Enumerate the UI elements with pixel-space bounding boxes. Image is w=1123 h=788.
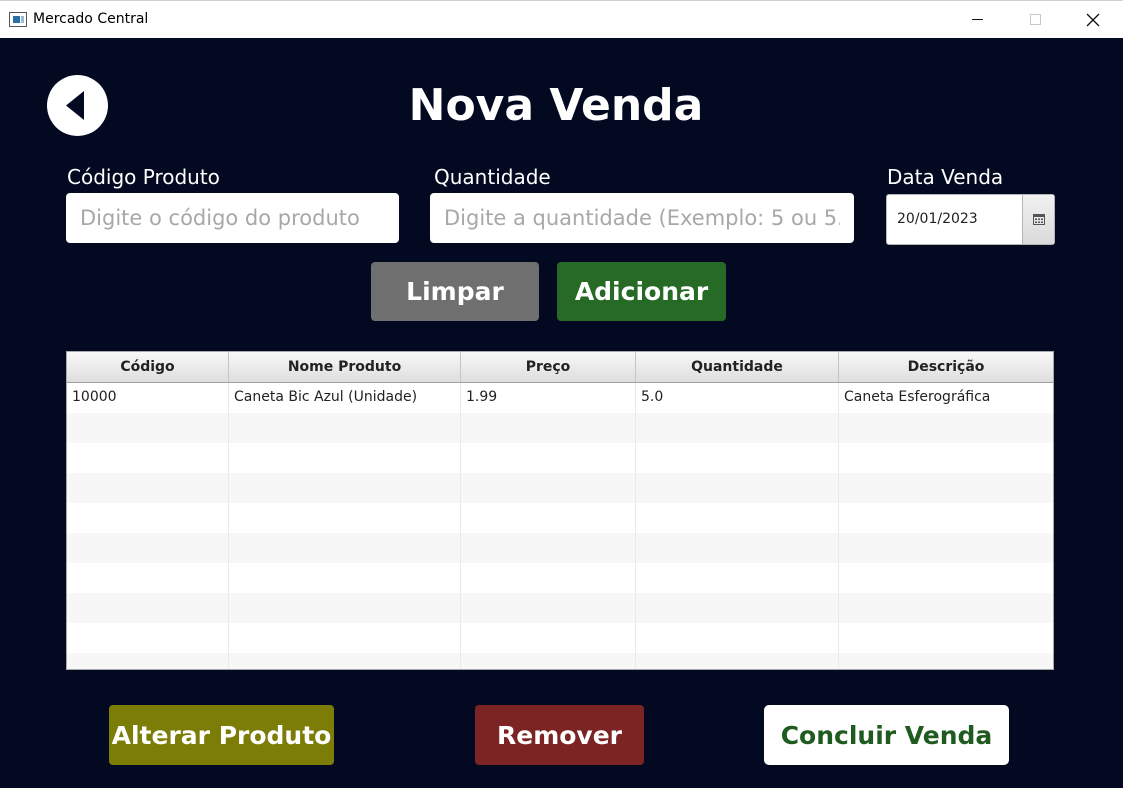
cell-nome-produto: Caneta Bic Azul (Unidade): [229, 383, 461, 413]
column-header-nome-produto[interactable]: Nome Produto: [229, 352, 461, 382]
page-title: Nova Venda: [408, 80, 704, 131]
empty-row: [67, 593, 1053, 623]
main-content: Nova Venda Código Produto Quantidade Dat…: [0, 38, 1123, 788]
app-icon: [9, 12, 27, 27]
cell-quantidade: 5.0: [636, 383, 839, 413]
column-header-quantidade[interactable]: Quantidade: [636, 352, 839, 382]
adicionar-button[interactable]: Adicionar: [557, 262, 726, 321]
empty-row: [67, 653, 1053, 669]
column-header-preco[interactable]: Preço: [461, 352, 636, 382]
empty-row: [67, 533, 1053, 563]
empty-row: [67, 413, 1053, 443]
empty-row: [67, 473, 1053, 503]
data-venda-label: Data Venda: [887, 165, 1004, 189]
data-venda-value[interactable]: 20/01/2023: [897, 195, 978, 244]
calendar-icon[interactable]: [1022, 195, 1054, 244]
column-header-descricao[interactable]: Descrição: [839, 352, 1053, 382]
close-icon[interactable]: [1064, 1, 1122, 38]
table-header: Código Nome Produto Preço Quantidade Des…: [67, 352, 1053, 383]
empty-row: [67, 623, 1053, 653]
empty-row: [67, 443, 1053, 473]
codigo-produto-input[interactable]: [66, 193, 399, 243]
quantidade-input[interactable]: [430, 193, 854, 243]
cell-preco: 1.99: [461, 383, 636, 413]
remover-button[interactable]: Remover: [475, 705, 644, 765]
quantidade-label: Quantidade: [434, 165, 551, 189]
alterar-produto-button[interactable]: Alterar Produto: [109, 705, 334, 765]
limpar-button[interactable]: Limpar: [371, 262, 539, 321]
window-title: Mercado Central: [33, 11, 149, 27]
minimize-icon[interactable]: [948, 1, 1006, 38]
cell-descricao: Caneta Esferográfica: [844, 389, 991, 405]
column-header-codigo[interactable]: Código: [67, 352, 229, 382]
maximize-icon[interactable]: [1006, 1, 1064, 38]
empty-row: [67, 503, 1053, 533]
window-titlebar: Mercado Central: [0, 0, 1123, 38]
codigo-label: Código Produto: [67, 165, 220, 189]
empty-row: [67, 563, 1053, 593]
produtos-table[interactable]: Código Nome Produto Preço Quantidade Des…: [66, 351, 1054, 670]
concluir-venda-button[interactable]: Concluir Venda: [764, 705, 1009, 765]
data-venda-picker[interactable]: 20/01/2023: [886, 194, 1055, 245]
cell-codigo: 10000: [67, 383, 229, 413]
table-row[interactable]: 10000 Caneta Bic Azul (Unidade) 1.99 5.0…: [67, 383, 1053, 413]
